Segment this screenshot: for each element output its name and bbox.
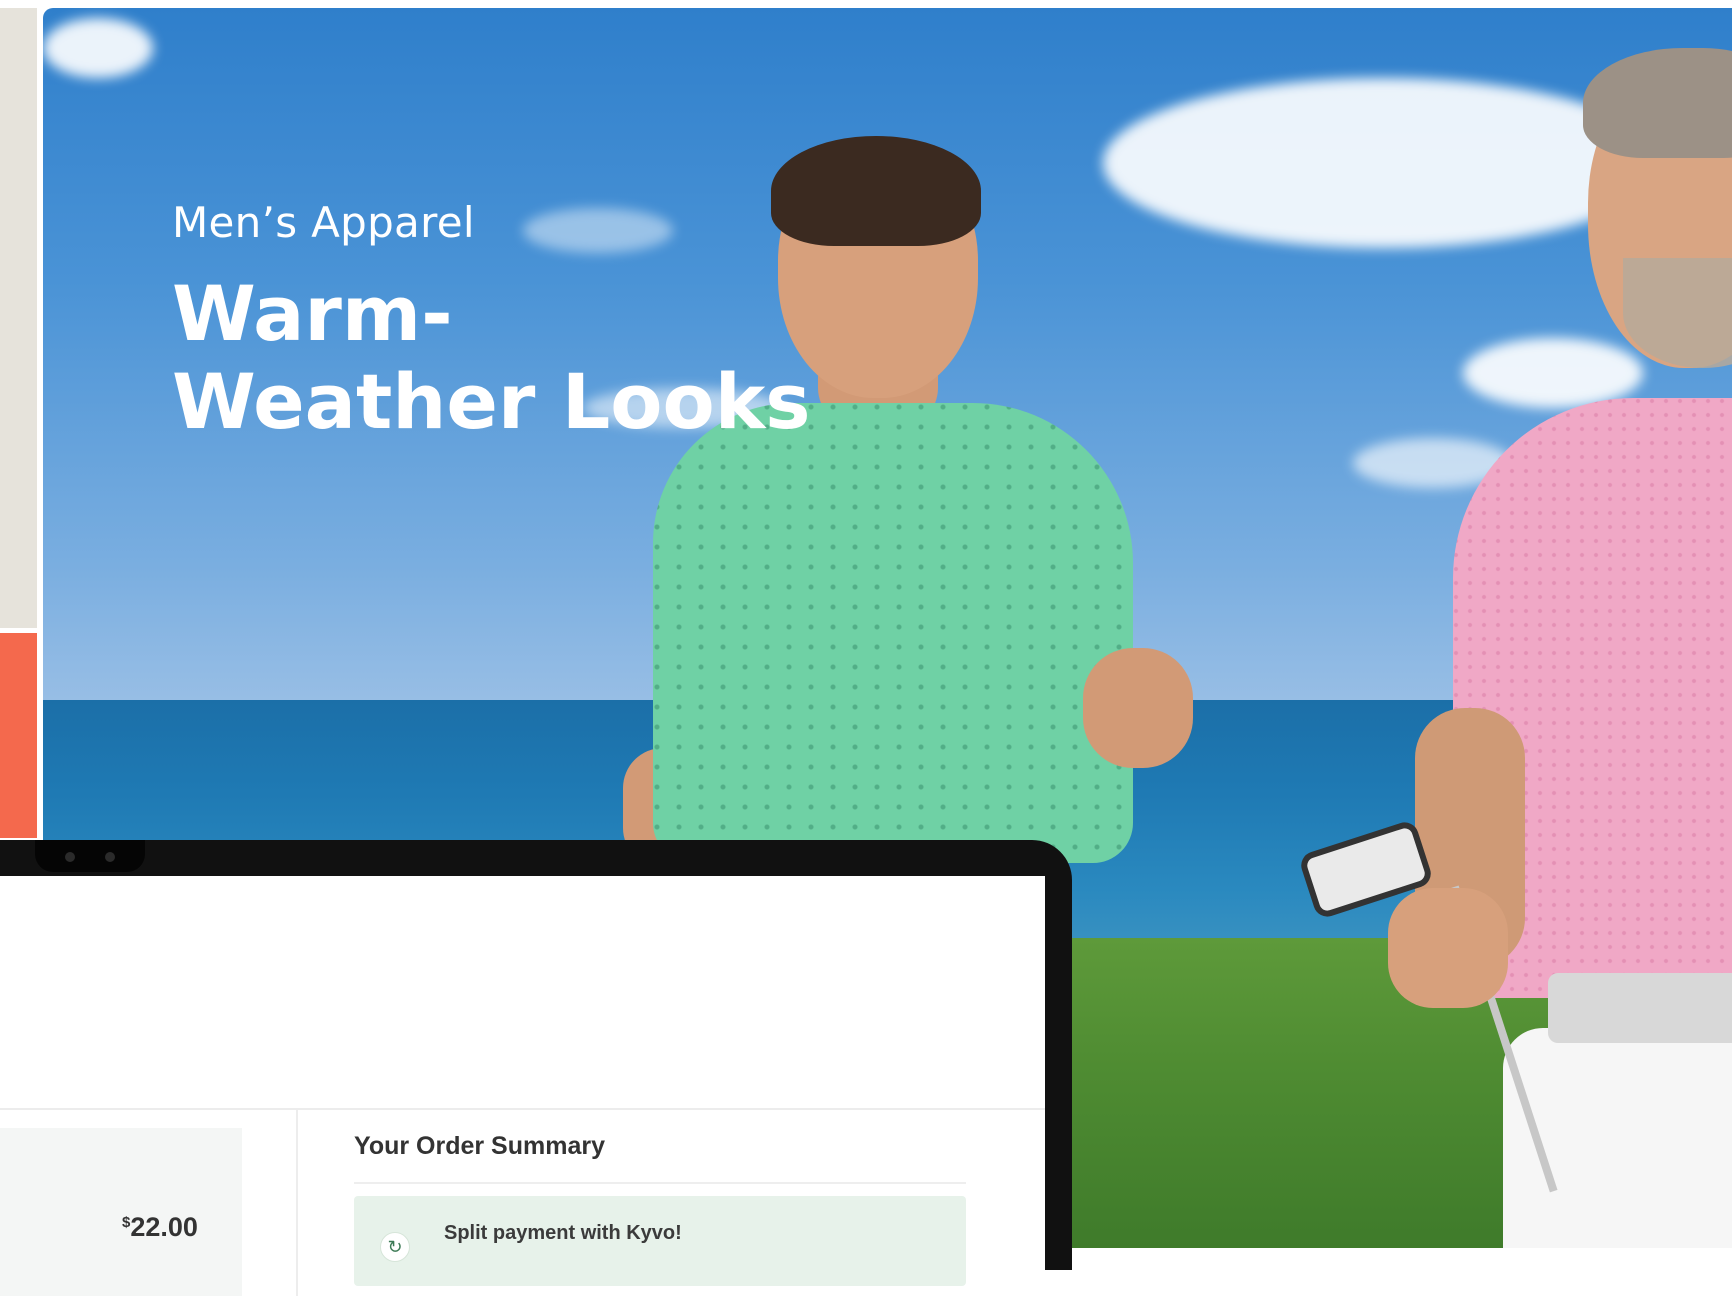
left-panel-orange: [0, 633, 37, 838]
laptop-notch: [35, 840, 145, 872]
model-hand: [1388, 888, 1508, 1008]
column-divider: [296, 1110, 298, 1296]
cloud: [1103, 78, 1663, 248]
camera-dot: [105, 852, 115, 862]
cloud: [1463, 338, 1643, 408]
green-polo-shirt: [653, 403, 1133, 863]
hero-eyebrow: Men’s Apparel: [172, 198, 475, 247]
left-panel-beige: [0, 8, 37, 628]
summary-divider: [354, 1182, 966, 1184]
item-price: $22.00: [122, 1212, 198, 1243]
cart-item-card: [0, 1128, 242, 1296]
cloud: [43, 18, 153, 78]
camera-dot: [65, 852, 75, 862]
order-summary-title: Your Order Summary: [354, 1132, 606, 1160]
checkout-screen: $22.00 Your Order Summary ↻ Split paymen…: [0, 876, 1045, 1296]
price-currency: $: [122, 1214, 131, 1231]
cloud: [523, 208, 673, 253]
model-hair: [771, 136, 981, 246]
hero-title: Warm-Weather Looks: [172, 269, 811, 446]
price-value: 22.00: [130, 1212, 198, 1242]
woven-belt: [1548, 973, 1732, 1043]
model-hair: [1583, 48, 1732, 158]
header-divider: [0, 1108, 1045, 1110]
split-payment-banner[interactable]: ↻ Split payment with Kyvo!: [354, 1196, 966, 1286]
refresh-icon: ↻: [380, 1232, 410, 1262]
split-payment-text: Split payment with Kyvo!: [444, 1222, 682, 1244]
model-fist: [1083, 648, 1193, 768]
laptop-mockup: $22.00 Your Order Summary ↻ Split paymen…: [0, 840, 1072, 1296]
